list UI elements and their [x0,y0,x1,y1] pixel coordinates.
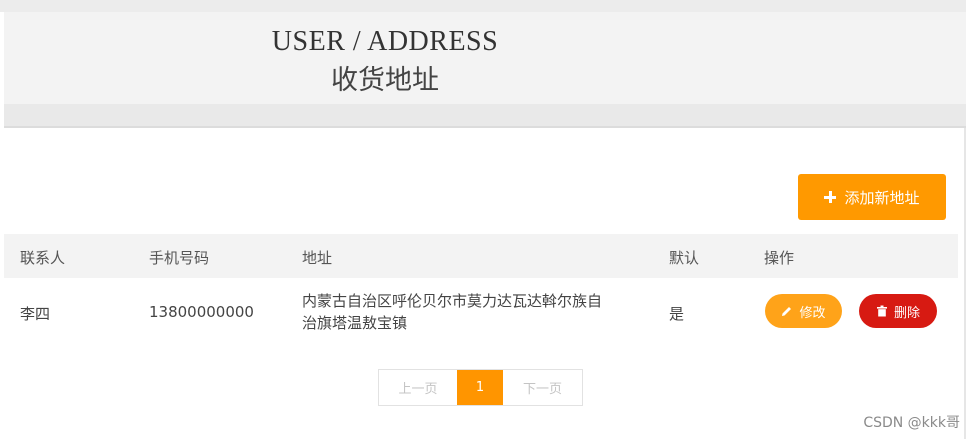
header-divider-line [4,126,966,128]
address-line-1: 内蒙古自治区呼伦贝尔市莫力达瓦达斡尔族自 [302,292,603,310]
cell-phone: 13800000000 [149,303,254,321]
next-page-button[interactable]: 下一页 [503,370,582,405]
watermark: CSDN @kkk哥 [863,415,960,431]
delete-label: 删除 [893,305,920,321]
header-divider-band [4,104,966,126]
edit-label: 修改 [799,305,826,321]
current-page-button[interactable]: 1 [457,370,503,405]
prev-page-button[interactable]: 上一页 [379,370,457,405]
address-line-2: 治旗塔温敖宝镇 [302,314,408,332]
cell-contact: 李四 [20,305,51,323]
cell-address: 内蒙古自治区呼伦贝尔市莫力达瓦达斡尔族自 治旗塔温敖宝镇 [302,290,647,334]
cell-default: 是 [669,305,685,323]
plus-icon [824,191,837,203]
page-title-cn: 收货地址 [331,65,439,96]
edit-button[interactable]: 修改 [765,294,842,328]
add-address-label: 添加新地址 [844,188,920,207]
delete-button[interactable]: 删除 [859,294,937,328]
table-row: 李四 13800000000 内蒙古自治区呼伦贝尔市莫力达瓦达斡尔族自 治旗塔温… [4,278,958,350]
page-title-en: USER / ADDRESS [271,26,499,57]
column-header-phone: 手机号码 [149,249,210,267]
pencil-icon [782,307,792,316]
column-header-actions: 操作 [764,249,795,267]
top-strip [0,0,966,12]
column-header-contact: 联系人 [20,249,66,267]
pagination: 上一页 1 下一页 [378,369,583,406]
table-header: 联系人 手机号码 地址 默认 操作 [4,234,958,278]
add-address-button[interactable]: 添加新地址 [798,174,946,220]
column-header-default: 默认 [669,249,700,267]
column-header-address: 地址 [302,249,333,267]
trash-icon [876,305,887,317]
